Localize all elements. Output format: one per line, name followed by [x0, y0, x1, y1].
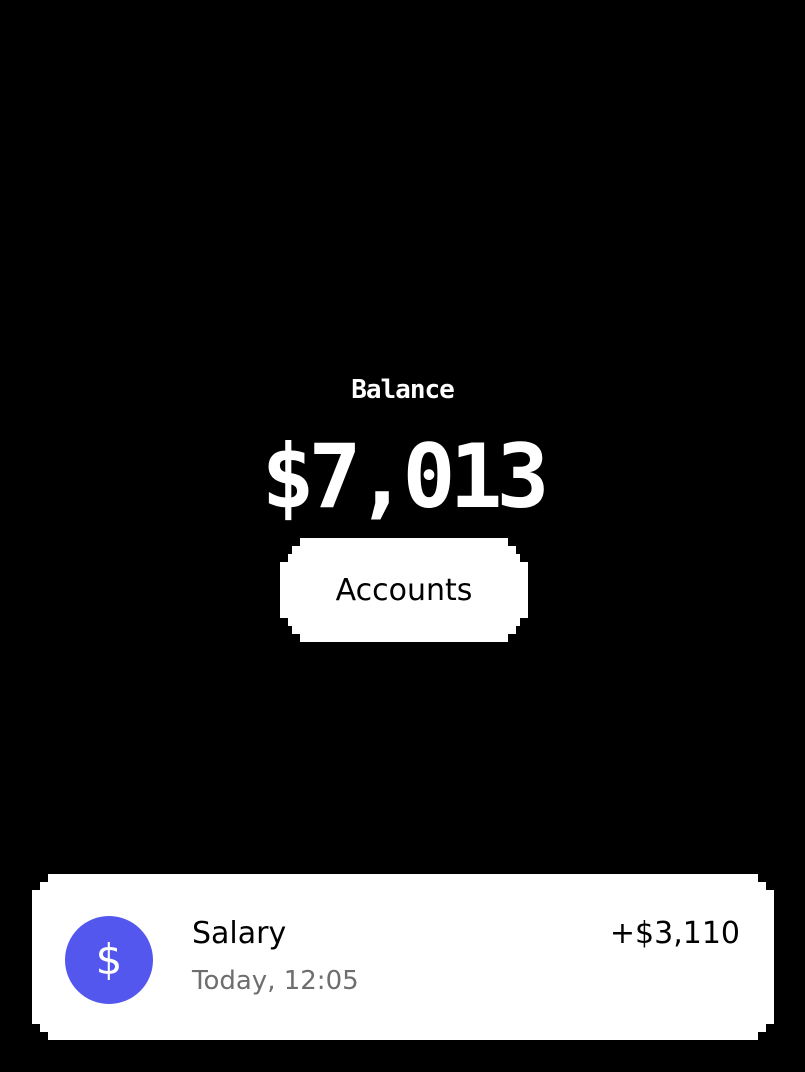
transaction-time: Today, 12:05 — [192, 966, 359, 996]
transaction-title: Salary — [192, 916, 287, 951]
balance-amount: $7,013 — [261, 425, 550, 528]
dollar-icon: $ — [65, 916, 153, 1004]
transaction-card[interactable]: $ Salary Today, 12:05 +$3,110 — [32, 874, 774, 1040]
balance-label: Balance — [351, 375, 455, 405]
accounts-button-label: Accounts — [335, 572, 473, 608]
accounts-button[interactable]: Accounts — [280, 538, 528, 642]
transaction-amount: +$3,110 — [609, 916, 740, 951]
